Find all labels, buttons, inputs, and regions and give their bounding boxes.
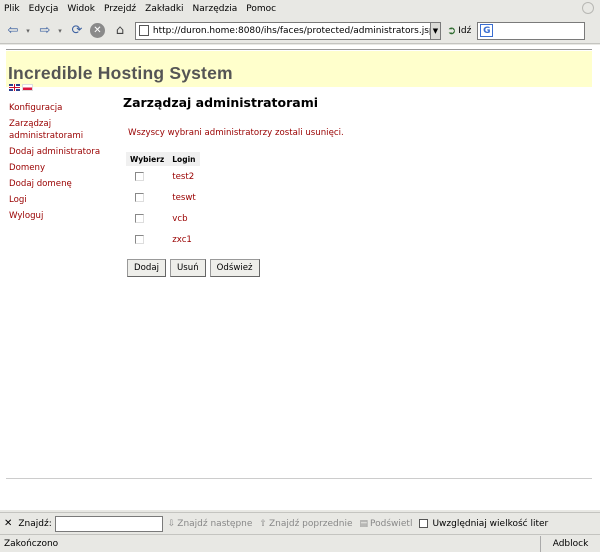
highlight-label: Podświetl xyxy=(370,518,413,529)
login-link[interactable]: teswt xyxy=(172,193,196,203)
url-dropdown-icon[interactable]: ▼ xyxy=(431,21,441,40)
close-icon[interactable]: ✕ xyxy=(4,518,12,529)
status-bar: Zakończono Adblock xyxy=(0,534,600,552)
english-flag-icon[interactable] xyxy=(9,84,20,91)
go-label: Idź xyxy=(458,25,472,36)
reload-icon[interactable]: ⟳ xyxy=(68,22,86,40)
back-dropdown-icon[interactable]: ▾ xyxy=(24,27,32,35)
highlight-button[interactable]: ▤ Podświetl xyxy=(360,519,413,529)
row-checkbox[interactable] xyxy=(135,193,144,202)
menu-file[interactable]: Plik xyxy=(4,4,20,14)
login-link[interactable]: vcb xyxy=(172,214,187,224)
table-header-row: Wybierz Login xyxy=(126,152,200,166)
page-content: Incredible Hosting System Konfiguracja Z… xyxy=(0,45,600,510)
find-next-label: Znajdź następne xyxy=(177,518,253,529)
page-title: Zarządzaj administratorami xyxy=(123,95,319,110)
action-buttons: Dodaj Usuń Odśwież xyxy=(127,259,264,277)
admins-table: Wybierz Login test2 teswt vcb zxc1 xyxy=(126,152,200,250)
throbber-icon xyxy=(582,2,594,14)
adblock-button[interactable]: Adblock xyxy=(540,535,600,552)
search-input[interactable]: G xyxy=(477,21,586,40)
sidebar-item-manage-admins[interactable]: Zarządzaj administratorami xyxy=(9,118,119,142)
bottom-divider xyxy=(6,478,592,479)
table-row: vcb xyxy=(126,208,200,229)
polish-flag-icon[interactable] xyxy=(22,84,33,91)
forward-dropdown-icon[interactable]: ▾ xyxy=(56,27,64,35)
arrow-up-icon: ⇧ xyxy=(259,518,267,529)
column-header-select: Wybierz xyxy=(126,152,169,166)
sidebar-item-domains[interactable]: Domeny xyxy=(9,162,119,174)
login-link[interactable]: zxc1 xyxy=(172,235,192,245)
login-link[interactable]: test2 xyxy=(172,172,194,182)
status-message: Wszyscy wybrani administratorzy zostali … xyxy=(128,128,344,138)
highlight-icon: ▤ xyxy=(359,518,369,529)
home-icon[interactable]: ⌂ xyxy=(111,22,129,40)
match-case-label: Uwzględniaj wielkość liter xyxy=(432,518,549,529)
match-case-checkbox[interactable] xyxy=(419,519,429,528)
google-icon[interactable]: G xyxy=(480,24,494,37)
top-divider xyxy=(6,49,592,50)
language-flags xyxy=(9,84,33,91)
menu-bookmarks[interactable]: Zakładki xyxy=(145,4,183,14)
find-prev-label: Znajdź poprzednie xyxy=(268,518,353,529)
page-icon xyxy=(139,25,149,36)
forward-icon[interactable]: ⇨ xyxy=(36,22,54,40)
menu-bar: Plik Edycja Widok Przejdź Zakładki Narzę… xyxy=(0,0,600,18)
table-row: test2 xyxy=(126,166,200,187)
stop-icon[interactable]: ✕ xyxy=(90,23,105,38)
find-label: Znajdź: xyxy=(18,518,52,529)
menu-tools[interactable]: Narzędzia xyxy=(193,4,238,14)
sidebar-item-logs[interactable]: Logi xyxy=(9,194,119,206)
table-row: teswt xyxy=(126,187,200,208)
go-icon: ➲ xyxy=(447,24,457,37)
menu-help[interactable]: Pomoc xyxy=(246,4,276,14)
app-title: Incredible Hosting System xyxy=(8,63,233,83)
sidebar-item-add-domain[interactable]: Dodaj domenę xyxy=(9,178,119,190)
find-next-button[interactable]: ⇩ Znajdź następne xyxy=(168,519,253,529)
arrow-down-icon: ⇩ xyxy=(167,518,176,529)
column-header-login: Login xyxy=(168,152,200,166)
sidebar: Konfiguracja Zarządzaj administratorami … xyxy=(9,102,119,226)
sidebar-item-configuration[interactable]: Konfiguracja xyxy=(9,102,119,114)
menu-edit[interactable]: Edycja xyxy=(29,4,59,14)
url-text[interactable]: http://duron.home:8080/ihs/faces/protect… xyxy=(153,26,430,36)
find-bar: ✕ Znajdź: ⇩ Znajdź następne ⇧ Znajdź pop… xyxy=(0,512,600,534)
find-prev-button[interactable]: ⇧ Znajdź poprzednie xyxy=(259,519,352,529)
menu-go[interactable]: Przejdź xyxy=(104,4,136,14)
remove-button[interactable]: Usuń xyxy=(169,259,206,277)
navigation-toolbar: ⇦ ▾ ⇨ ▾ ⟳ ✕ ⌂ http://duron.home:8080/ihs… xyxy=(0,18,600,44)
back-icon[interactable]: ⇦ xyxy=(4,22,22,40)
refresh-button[interactable]: Odśwież xyxy=(209,259,260,277)
find-input[interactable] xyxy=(54,515,163,532)
row-checkbox[interactable] xyxy=(135,172,144,181)
table-row: zxc1 xyxy=(126,229,200,250)
row-checkbox[interactable] xyxy=(135,214,144,223)
sidebar-item-logout[interactable]: Wyloguj xyxy=(9,210,119,222)
sidebar-item-add-admin[interactable]: Dodaj administratora xyxy=(9,146,119,158)
status-text: Zakończono xyxy=(4,538,59,549)
url-bar[interactable]: http://duron.home:8080/ihs/faces/protect… xyxy=(135,21,431,40)
menu-view[interactable]: Widok xyxy=(67,4,95,14)
row-checkbox[interactable] xyxy=(135,235,144,244)
header-banner: Incredible Hosting System xyxy=(6,51,592,87)
add-button[interactable]: Dodaj xyxy=(127,259,166,277)
go-button[interactable]: ➲ Idź xyxy=(447,24,471,37)
